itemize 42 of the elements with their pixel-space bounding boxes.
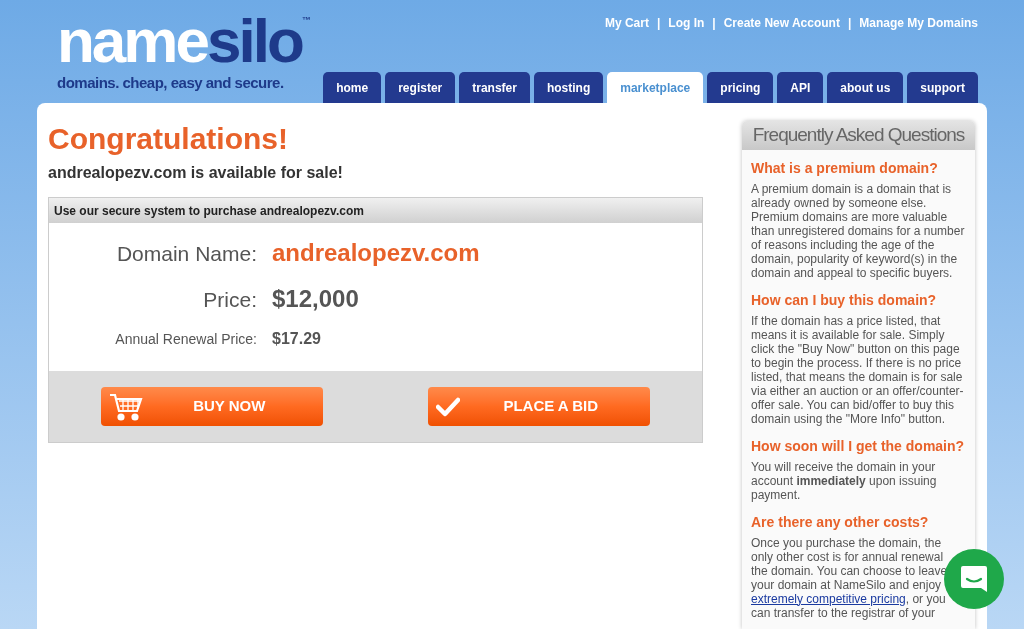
faq-answer-line: , or you [905, 591, 946, 606]
field-value: $17.29 [272, 329, 321, 349]
faq-answer: You will receive the domain in your account immediately upon issuing payment. [751, 459, 938, 502]
faq-answer-line: your domain at NameSilo and enjoy [751, 577, 942, 592]
chat-icon [959, 564, 989, 594]
pricing-link[interactable]: extremely competitive pricing [751, 591, 906, 606]
faq-answer: If the domain has a price listed, that means it is available for sale. Simply click the "Buy Now" button on this page to begin the process. If there is no price listed, that means the domain is for sale via either an auction or an offer/counter-offer sale. You can bid/offer to buy this domain using the "More Info" button. [751, 313, 965, 426]
faq-title: Frequently Asked Questions [742, 121, 975, 150]
nav-tab[interactable]: hosting [533, 72, 604, 103]
nav-tab[interactable]: home [323, 72, 382, 103]
availability-text: andrealopezv.com is available for sale! [48, 163, 344, 183]
link-separator: | [847, 15, 852, 32]
field-value: andrealopezv.com [272, 238, 480, 268]
nav-tab[interactable]: about us [827, 72, 904, 103]
logo-wordmark[interactable]: silo [206, 10, 302, 72]
logo-tagline: domains. cheap, easy and secure. [57, 73, 285, 93]
faq-question: How soon will I get the domain? [751, 436, 966, 456]
nav-tab[interactable]: pricing [707, 72, 774, 103]
link-separator: | [712, 15, 716, 32]
faq-question: How can I buy this domain? [751, 290, 938, 310]
link-separator: | [656, 15, 661, 32]
page-heading: Congratulations! [48, 121, 289, 157]
faq-question: Are there any other costs? [751, 512, 930, 532]
chat-button[interactable] [944, 549, 1004, 609]
nav-tab[interactable]: transfer [459, 72, 530, 103]
nav-tab[interactable]: support [907, 72, 978, 103]
faq-answer-line: the domain. You can choose to leave [751, 563, 948, 578]
faq-answer-line: can transfer to the registrar of your [751, 605, 936, 620]
field-value: $12,000 [272, 284, 359, 314]
check-icon [435, 396, 460, 417]
field-label: Price: [202, 287, 257, 313]
faq-answer-line: only other cost is for annual renewal [751, 549, 944, 564]
trademark-mark: ™ [301, 14, 311, 25]
nav-tab[interactable]: API [777, 72, 824, 103]
faq-answer: A premium domain is a domain that is already owned by someone else. Premium domains are more valuable than unregistered domains for a number of reasons including the age of the domain, popularity of keyword(s) in the domain and appeal to specific buyers. [751, 181, 966, 280]
faq-question: What is a premium domain? [751, 158, 939, 178]
faq-answer-line: Once you purchase the domain, the [751, 535, 942, 550]
cart-icon [109, 391, 144, 422]
nav-tab[interactable]: register [385, 72, 456, 103]
field-label: Annual Renewal Price: [114, 330, 257, 349]
field-label: Domain Name: [115, 241, 257, 267]
purchase-box-header: Use our secure system to purchase andrealopezv.com [49, 198, 702, 223]
